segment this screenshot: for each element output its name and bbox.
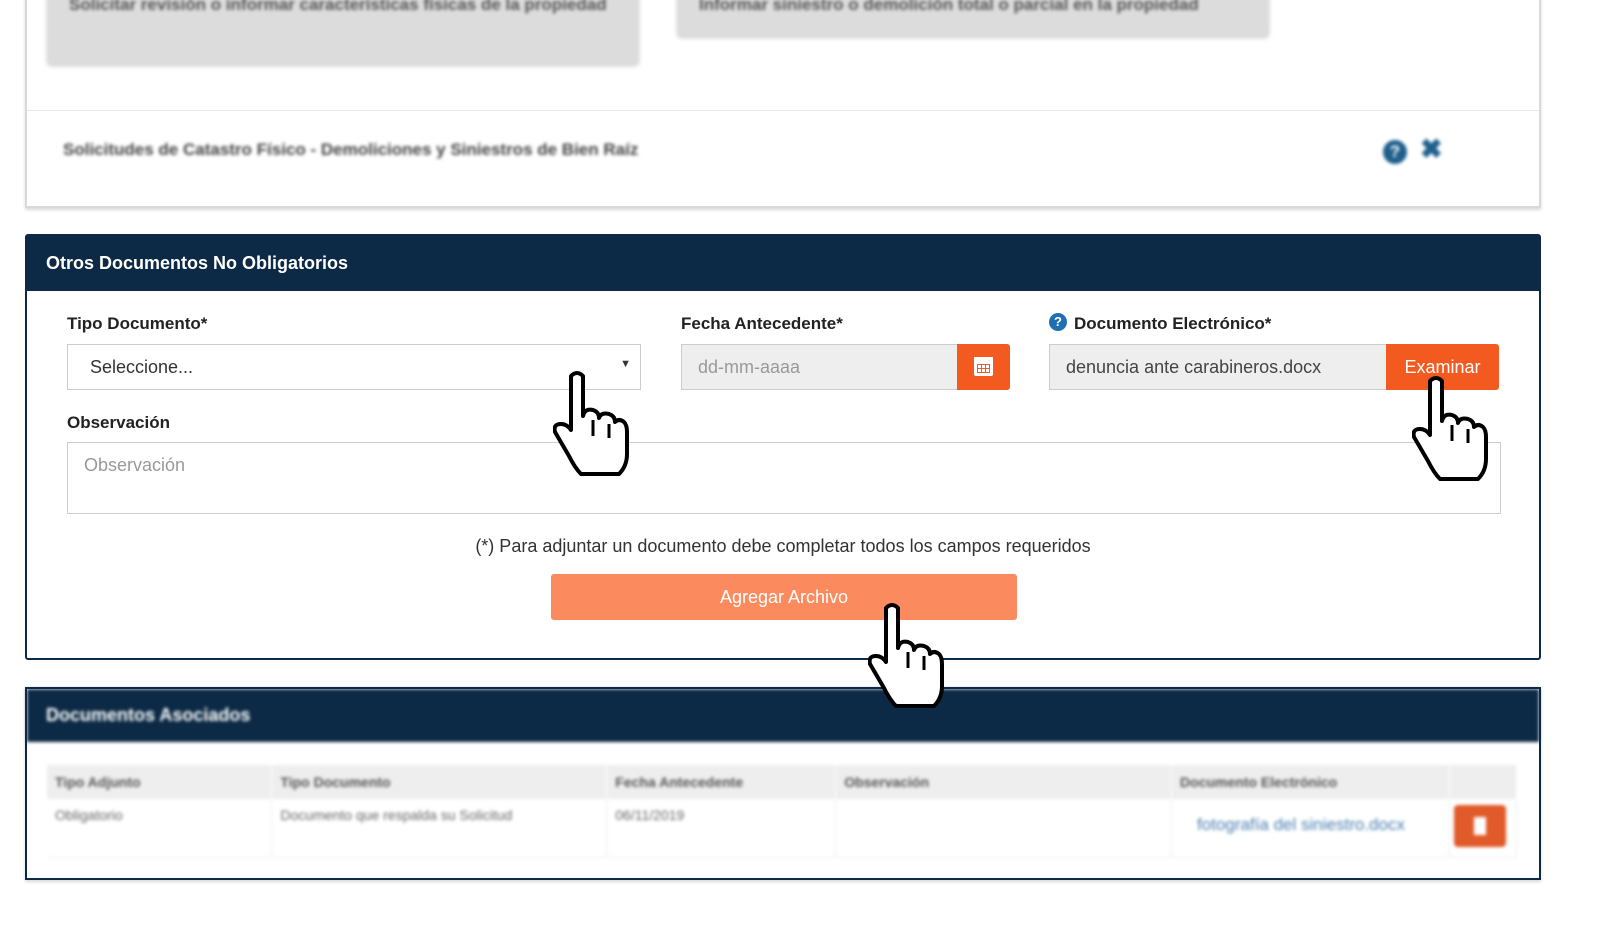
document-link[interactable]: fotografía del siniestro.docx bbox=[1197, 815, 1405, 835]
observacion-cell bbox=[835, 799, 1173, 858]
fecha-cell: 06/11/2019 bbox=[606, 799, 837, 858]
table-header-row: Tipo Adjunto Tipo Documento Fecha Antece… bbox=[47, 765, 1518, 799]
observacion-textarea[interactable]: Observación bbox=[67, 442, 1501, 514]
tipo-adjunto-cell: Obligatorio bbox=[47, 799, 273, 858]
hand-cursor-icon bbox=[868, 603, 944, 708]
tipo-documento-label: Tipo Documento* bbox=[67, 314, 208, 333]
actions-cell bbox=[1449, 799, 1518, 858]
service-row-title: Solicitudes de Catastro Físico - Demolic… bbox=[63, 140, 639, 159]
calendar-button[interactable] bbox=[957, 344, 1010, 390]
documento-electronico-input[interactable]: denuncia ante carabineros.docx bbox=[1049, 344, 1387, 390]
service-card: Solicitar revisión o informar caracterís… bbox=[25, 0, 1541, 208]
required-fields-note: (*) Para adjuntar un documento debe comp… bbox=[475, 536, 1091, 556]
panel-title: Otros Documentos No Obligatorios bbox=[27, 236, 1539, 291]
documentos-asociados-content: Documentos Asociados Tipo Adjunto Tipo D… bbox=[27, 689, 1539, 858]
documento-electronico-label: Documento Electrónico* bbox=[1074, 314, 1272, 333]
documentos-asociados-title: Documentos Asociados bbox=[27, 689, 1539, 742]
tipo-documento-cell: Documento que respalda su Solicitud bbox=[271, 799, 608, 858]
column-header: Tipo Adjunto bbox=[47, 765, 273, 799]
agregar-archivo-button[interactable]: Agregar Archivo bbox=[551, 574, 1017, 620]
report-damage-button[interactable]: Informar siniestro o demolición total o … bbox=[677, 0, 1269, 36]
column-header: Documento Electrónico bbox=[1171, 765, 1450, 799]
column-header: Tipo Documento bbox=[271, 765, 608, 799]
observacion-label: Observación bbox=[67, 413, 170, 432]
documento-cell: fotografía del siniestro.docx bbox=[1171, 799, 1450, 858]
fecha-antecedente-label: Fecha Antecedente* bbox=[681, 314, 843, 333]
hand-cursor-icon bbox=[1412, 376, 1488, 481]
revision-request-button[interactable]: Solicitar revisión o informar caracterís… bbox=[47, 0, 639, 64]
trash-icon[interactable] bbox=[1453, 805, 1506, 847]
otros-documentos-panel: Otros Documentos No Obligatorios Tipo Do… bbox=[25, 234, 1541, 660]
column-header: Fecha Antecedente bbox=[606, 765, 837, 799]
fecha-antecedente-input[interactable]: dd-mm-aaaa bbox=[681, 344, 959, 390]
help-icon[interactable]: ? bbox=[1383, 140, 1407, 164]
tipo-documento-value: Seleccione... bbox=[90, 357, 194, 377]
hand-cursor-icon bbox=[553, 371, 629, 476]
help-icon[interactable]: ? bbox=[1049, 313, 1067, 331]
close-icon[interactable]: ✖ bbox=[1420, 134, 1443, 165]
table-row: Obligatorio Documento que respalda su So… bbox=[47, 799, 1518, 858]
documentos-table: Tipo Adjunto Tipo Documento Fecha Antece… bbox=[47, 765, 1518, 858]
column-header bbox=[1449, 765, 1518, 799]
documentos-asociados-panel: Documentos Asociados Tipo Adjunto Tipo D… bbox=[25, 687, 1541, 880]
card-divider bbox=[27, 110, 1539, 111]
calendar-icon bbox=[974, 357, 993, 376]
column-header: Observación bbox=[835, 765, 1173, 799]
page: Solicitar revisión o informar caracterís… bbox=[0, 0, 1601, 946]
